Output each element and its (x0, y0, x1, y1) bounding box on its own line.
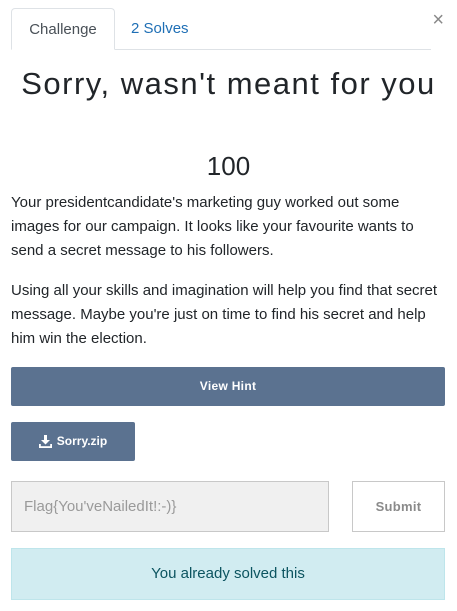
challenge-description-paragraph-1: Your presidentcandidate's marketing guy … (11, 194, 414, 259)
file-name-label: Sorry.zip (56, 434, 108, 448)
tab-challenge[interactable]: Challenge (11, 8, 115, 50)
close-icon[interactable]: × (432, 10, 444, 30)
challenge-description-paragraph-2: Using all your skills and imagination wi… (11, 282, 438, 347)
download-icon (38, 435, 52, 448)
view-hint-button[interactable]: View Hint (11, 367, 445, 406)
challenge-tabs: Challenge 2 Solves (11, 8, 431, 50)
tab-solves[interactable]: 2 Solves (131, 8, 189, 49)
solved-notice: You already solved this (11, 548, 445, 600)
file-download-button[interactable]: Sorry.zip (11, 422, 135, 461)
challenge-title: Sorry, wasn't meant for you (21, 66, 436, 101)
submit-button[interactable]: Submit (352, 481, 445, 532)
flag-input[interactable] (11, 481, 329, 532)
challenge-value: 100 (206, 151, 251, 181)
